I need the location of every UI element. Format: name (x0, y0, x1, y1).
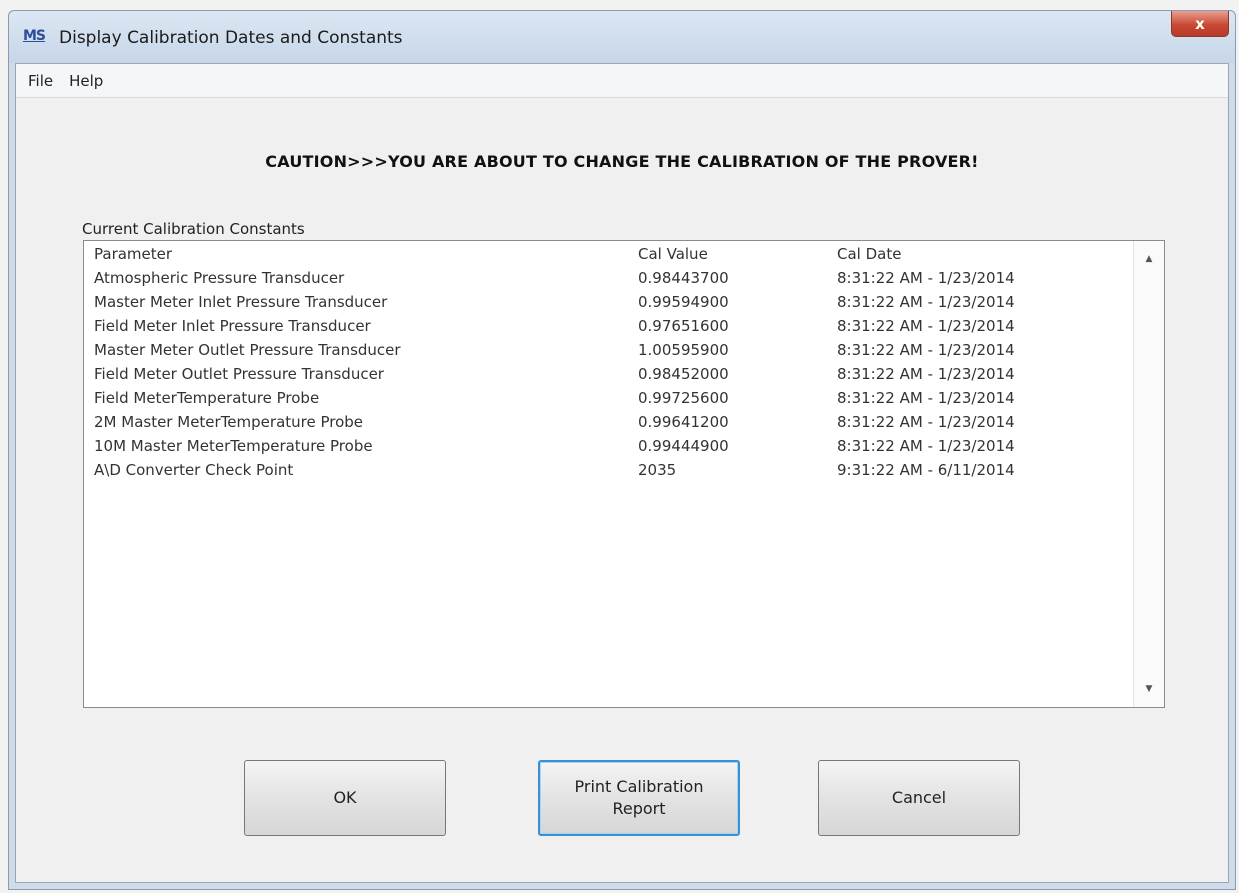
row-cal-date: 8:31:22 AM - 1/23/2014 (837, 293, 1015, 311)
row-parameter: A\D Converter Check Point (94, 461, 294, 479)
dialog-window: MS Display Calibration Dates and Constan… (8, 10, 1236, 890)
menu-file[interactable]: File (20, 70, 61, 92)
list-row[interactable]: Field Meter Inlet Pressure Transducer 0.… (84, 315, 1134, 339)
row-parameter: 2M Master MeterTemperature Probe (94, 413, 364, 431)
column-header-cal-date: Cal Date (837, 245, 902, 263)
close-button[interactable]: x (1171, 11, 1229, 37)
row-cal-value: 0.99444900 (638, 437, 729, 455)
title-bar[interactable]: MS Display Calibration Dates and Constan… (9, 11, 1235, 63)
list-header: Parameter Cal Value Cal Date (84, 243, 1134, 267)
list-row[interactable]: Master Meter Outlet Pressure Transducer … (84, 339, 1134, 363)
scroll-up-arrow-icon[interactable]: ▲ (1134, 247, 1164, 271)
row-cal-date: 8:31:22 AM - 1/23/2014 (837, 365, 1015, 383)
cancel-button[interactable]: Cancel (818, 760, 1020, 836)
row-cal-value: 0.99641200 (638, 413, 729, 431)
row-cal-date: 8:31:22 AM - 1/23/2014 (837, 413, 1015, 431)
row-parameter: Master Meter Outlet Pressure Transducer (94, 341, 401, 359)
app-icon: MS (23, 28, 46, 44)
row-cal-date: 9:31:22 AM - 6/11/2014 (837, 461, 1015, 479)
list-row[interactable]: 10M Master MeterTemperature Probe 0.9944… (84, 435, 1134, 459)
column-header-parameter: Parameter (94, 245, 173, 263)
calibration-list[interactable]: Parameter Cal Value Cal Date Atmospheric… (83, 240, 1165, 708)
vertical-scrollbar[interactable]: ▲ ▼ (1133, 241, 1164, 707)
window-title: Display Calibration Dates and Constants (59, 28, 403, 48)
row-parameter: Field Meter Outlet Pressure Transducer (94, 365, 384, 383)
row-cal-date: 8:31:22 AM - 1/23/2014 (837, 317, 1015, 335)
column-header-cal-value: Cal Value (638, 245, 708, 263)
row-parameter: Atmospheric Pressure Transducer (94, 269, 345, 287)
scroll-down-arrow-icon[interactable]: ▼ (1134, 677, 1164, 701)
row-cal-date: 8:31:22 AM - 1/23/2014 (837, 437, 1015, 455)
print-calibration-report-button[interactable]: Print Calibration Report (538, 760, 740, 836)
row-cal-date: 8:31:22 AM - 1/23/2014 (837, 389, 1015, 407)
row-cal-value: 0.99725600 (638, 389, 729, 407)
row-cal-value: 0.99594900 (638, 293, 729, 311)
row-cal-value: 2035 (638, 461, 677, 479)
menu-bar: File Help (16, 64, 1228, 98)
ok-button[interactable]: OK (244, 760, 446, 836)
caution-message: CAUTION>>>YOU ARE ABOUT TO CHANGE THE CA… (265, 152, 979, 171)
row-parameter: Field Meter Inlet Pressure Transducer (94, 317, 371, 335)
calibration-constants-label: Current Calibration Constants (82, 220, 305, 238)
row-cal-value: 1.00595900 (638, 341, 729, 359)
close-icon: x (1195, 14, 1205, 33)
row-parameter: Field MeterTemperature Probe (94, 389, 320, 407)
row-cal-date: 8:31:22 AM - 1/23/2014 (837, 341, 1015, 359)
menu-help[interactable]: Help (61, 70, 111, 92)
row-cal-value: 0.97651600 (638, 317, 729, 335)
row-parameter: 10M Master MeterTemperature Probe (94, 437, 373, 455)
row-parameter: Master Meter Inlet Pressure Transducer (94, 293, 388, 311)
row-cal-date: 8:31:22 AM - 1/23/2014 (837, 269, 1015, 287)
list-row[interactable]: A\D Converter Check Point 2035 9:31:22 A… (84, 459, 1134, 483)
list-row[interactable]: Field MeterTemperature Probe 0.99725600 … (84, 387, 1134, 411)
list-row[interactable]: 2M Master MeterTemperature Probe 0.99641… (84, 411, 1134, 435)
list-row[interactable]: Master Meter Inlet Pressure Transducer 0… (84, 291, 1134, 315)
row-cal-value: 0.98452000 (638, 365, 729, 383)
list-row[interactable]: Field Meter Outlet Pressure Transducer 0… (84, 363, 1134, 387)
list-row[interactable]: Atmospheric Pressure Transducer 0.984437… (84, 267, 1134, 291)
row-cal-value: 0.98443700 (638, 269, 729, 287)
dialog-client-area: File Help CAUTION>>>YOU ARE ABOUT TO CHA… (15, 63, 1229, 883)
